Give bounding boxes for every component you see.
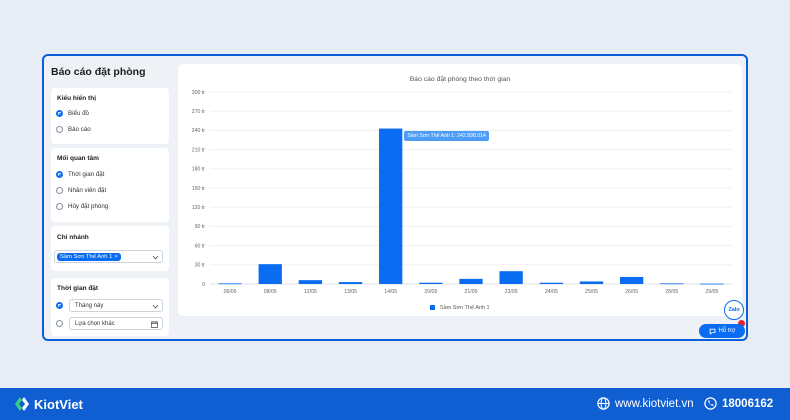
display-type-card: Kiểu hiển thị Biểu đồ Báo cáo (51, 88, 169, 144)
calendar-icon (151, 321, 158, 328)
bar (218, 283, 242, 285)
radio-selected-icon (56, 171, 63, 178)
y-tick-label: 90 tr (195, 224, 206, 230)
concern-card: Mối quan tâm Thời gian đặt Nhân viên đặt… (51, 148, 169, 222)
bar (379, 128, 403, 284)
x-tick-label: 26/05 (625, 289, 638, 295)
bar (258, 264, 282, 284)
radio-icon (56, 320, 63, 327)
radio-selected-icon (56, 110, 63, 117)
radio-booking-staff[interactable]: Nhân viên đặt (56, 187, 106, 194)
y-tick-label: 300 tr (192, 90, 206, 96)
branch-select[interactable]: Sầm Sơn Thế Anh 1 × (54, 250, 163, 263)
select-value: Tháng này (75, 302, 104, 309)
x-tick-label: 25/05 (585, 289, 598, 295)
bar (539, 282, 563, 284)
branch-title: Chi nhánh (57, 234, 89, 241)
radio-label: Biểu đồ (68, 110, 89, 117)
radio-cancel-booking[interactable]: Hủy đặt phòng (56, 203, 108, 210)
chart-panel: Báo cáo đặt phòng theo thời gian 0 30 tr 6… (178, 64, 742, 316)
bar (619, 276, 644, 284)
radio-chart[interactable]: Biểu đồ (56, 110, 89, 117)
brand-name: KiotViet (34, 396, 83, 412)
close-icon[interactable]: × (114, 254, 117, 260)
display-type-title: Kiểu hiển thị (57, 95, 96, 102)
chart-tooltip: Sầm Sơn Thế Anh 1: 242.898.014 (404, 130, 489, 141)
bar-chart: 0 30 tr 60 tr 90 tr 120 tr 150 tr 180 tr 210 tr… (192, 90, 732, 295)
this-month-select[interactable]: Tháng này (69, 299, 163, 312)
bar (419, 282, 443, 284)
branch-card: Chi nhánh Sầm Sơn Thế Anh 1 × (51, 226, 169, 271)
chevron-down-icon (152, 302, 159, 309)
y-tick-label: 270 tr (192, 109, 206, 115)
y-tick-label: 150 tr (192, 186, 206, 192)
bar (660, 283, 684, 285)
radio-report[interactable]: Báo cáo (56, 126, 91, 133)
y-tick-label: 120 tr (192, 205, 206, 211)
branch-tag-label: Sầm Sơn Thế Anh 1 (60, 253, 113, 260)
legend-swatch (430, 305, 436, 311)
x-tick-label: 12/05 (304, 289, 317, 295)
y-tick-label: 240 tr (192, 128, 206, 134)
chevron-down-icon (152, 253, 159, 260)
x-tick-label: 29/05 (705, 289, 718, 295)
bar (459, 278, 483, 284)
x-tick-label: 13/05 (344, 289, 357, 295)
website-link[interactable]: www.kiotviet.vn (597, 397, 694, 410)
x-tick-label: 24/05 (545, 289, 558, 295)
date-field-label: Lựa chọn khác (75, 320, 115, 327)
bar (499, 271, 523, 284)
booking-time-card: Thời gian đặt Tháng này Lựa chọn khác (51, 278, 169, 336)
support-button[interactable]: Hỗ trợ (699, 324, 745, 338)
radio-label: Nhân viên đặt (68, 187, 107, 194)
radio-icon (56, 187, 63, 194)
footer-bar: KiotViet www.kiotviet.vn 18006162 (0, 388, 790, 420)
radio-this-month[interactable] (56, 302, 63, 309)
page-title: Báo cáo đặt phòng (51, 66, 146, 78)
website-text: www.kiotviet.vn (615, 397, 694, 410)
phone-icon (704, 397, 717, 410)
radio-icon (56, 126, 63, 133)
radio-label: Thời gian đặt (68, 171, 105, 178)
x-tick-label: 20/05 (424, 289, 437, 295)
branch-tag: Sầm Sơn Thế Anh 1 × (57, 252, 121, 261)
x-tick-label: 06/05 (224, 289, 237, 295)
y-tick-label: 180 tr (192, 167, 206, 173)
bar (298, 280, 323, 284)
hotline[interactable]: 18006162 (704, 397, 773, 410)
y-tick-label: 60 tr (195, 243, 206, 249)
y-tick-label: 0 (202, 282, 205, 288)
date-range-field[interactable]: Lựa chọn khác (69, 317, 163, 330)
radio-other-choice[interactable] (56, 320, 63, 327)
radio-selected-icon (56, 302, 63, 309)
concern-title: Mối quan tâm (57, 155, 99, 162)
x-tick-label: 28/05 (665, 289, 678, 295)
zalo-button[interactable]: Zalo (724, 300, 744, 320)
booking-time-title: Thời gian đặt (57, 285, 99, 292)
y-tick-label: 210 tr (192, 147, 206, 153)
bar (700, 283, 724, 285)
radio-icon (56, 203, 63, 210)
x-tick-label: 23/05 (505, 289, 518, 295)
bar (579, 281, 604, 284)
chart-legend[interactable]: Sầm Sơn Thế Anh 1 (178, 305, 742, 311)
radio-booking-time[interactable]: Thời gian đặt (56, 171, 104, 178)
hotline-number: 18006162 (722, 397, 774, 410)
x-tick-label: 21/05 (465, 289, 478, 295)
legend-label: Sầm Sơn Thế Anh 1 (439, 305, 490, 311)
chat-bubble-icon (709, 328, 715, 335)
x-tick-label: 14/05 (384, 289, 397, 295)
radio-label: Báo cáo (68, 126, 91, 133)
globe-icon (597, 397, 610, 410)
bar (338, 282, 363, 284)
y-tick-label: 30 tr (195, 263, 206, 269)
support-label: Hỗ trợ (718, 328, 736, 334)
x-tick-label: 08/05 (264, 289, 277, 295)
report-window: Báo cáo đặt phòng Kiểu hiển thị Biểu đồ … (42, 54, 748, 341)
brand-logo[interactable]: KiotViet (14, 396, 83, 412)
radio-label: Hủy đặt phòng (68, 203, 109, 210)
kiotviet-logo-icon (15, 397, 29, 411)
